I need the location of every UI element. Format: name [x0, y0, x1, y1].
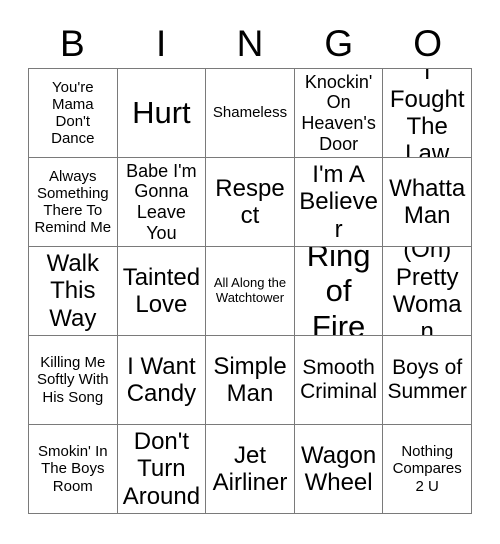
bingo-cell[interactable]: Walk This Way: [29, 247, 118, 336]
bingo-cell[interactable]: Smooth Criminal: [294, 336, 384, 425]
bingo-cell-label: Jet Airliner: [212, 441, 288, 496]
bingo-cell[interactable]: Jet Airliner: [206, 425, 295, 514]
bingo-cell-label: Simple Man: [213, 352, 287, 407]
bingo-cell[interactable]: All Along the Watchtower: [206, 247, 295, 336]
bingo-cell[interactable]: Knockin' On Heaven's Door: [294, 69, 384, 158]
bingo-cell-label: Whatta Man: [389, 174, 466, 229]
bingo-cell-label: Tainted Love: [122, 263, 201, 318]
bingo-cell-label: Shameless: [212, 104, 288, 122]
bingo-cell[interactable]: Wagon Wheel: [294, 425, 384, 514]
bingo-cell-label: Smokin' In The Boys Room: [38, 443, 108, 495]
bingo-cell[interactable]: I'm A Believer: [294, 158, 384, 247]
bingo-cell[interactable]: (Oh) Pretty Woman: [383, 247, 472, 336]
bingo-cell-label: Killing Me Softly With His Song: [36, 354, 109, 406]
bingo-cell-label: All Along the Watchtower: [213, 275, 287, 305]
bingo-cell[interactable]: Always Something There To Remind Me: [29, 158, 118, 247]
bingo-cell-label: Always Something There To Remind Me: [34, 167, 112, 237]
bingo-cell-label: Respect: [215, 174, 285, 229]
bingo-cell-label: I Want Candy: [126, 352, 197, 407]
bingo-cell[interactable]: I Want Candy: [117, 336, 207, 425]
bingo-cell-label: Nothing Compares 2 U: [392, 443, 462, 495]
bingo-cell-label: Wagon Wheel: [301, 441, 377, 496]
bingo-cell-label: Don't Turn Around: [122, 427, 201, 510]
bingo-cell[interactable]: Hurt: [117, 69, 207, 158]
bingo-cell-label: You're Mama Don't Dance: [51, 78, 95, 148]
bingo-cell-label: I'm A Believer: [299, 160, 378, 243]
bingo-cell[interactable]: I Fought The Law: [383, 69, 472, 158]
bingo-header-row: B I N G O: [28, 18, 472, 68]
bingo-cell-label: Knockin' On Heaven's Door: [301, 71, 376, 154]
bingo-cell[interactable]: Ring of Fire: [294, 247, 384, 336]
bingo-cell-label: Walk This Way: [46, 249, 100, 332]
bingo-cell-label: Smooth Criminal: [300, 356, 378, 403]
bingo-header-letter-g: G: [324, 22, 354, 64]
bingo-cell[interactable]: Respect: [206, 158, 295, 247]
bingo-cell-label: Boys of Summer: [387, 356, 467, 403]
bingo-cell[interactable]: Shameless: [206, 69, 295, 158]
bingo-cell[interactable]: Killing Me Softly With His Song: [29, 336, 118, 425]
bingo-cell[interactable]: You're Mama Don't Dance: [29, 69, 118, 158]
bingo-cell[interactable]: Simple Man: [206, 336, 295, 425]
bingo-cell[interactable]: Babe I'm Gonna Leave You: [117, 158, 207, 247]
bingo-header-letter-i: I: [156, 22, 167, 64]
bingo-cell-label: I Fought The Law: [389, 69, 465, 158]
bingo-cell-label: Babe I'm Gonna Leave You: [126, 160, 197, 243]
bingo-cell[interactable]: Boys of Summer: [383, 336, 472, 425]
bingo-header-letter-n: N: [236, 22, 264, 64]
bingo-cell-label: (Oh) Pretty Woman: [392, 247, 462, 336]
bingo-grid: You're Mama Don't Dance Hurt Shameless K…: [28, 68, 472, 514]
bingo-cell[interactable]: Whatta Man: [383, 158, 472, 247]
bingo-cell[interactable]: Tainted Love: [117, 247, 207, 336]
bingo-cell[interactable]: Don't Turn Around: [117, 425, 207, 514]
bingo-header-letter-o: O: [413, 22, 442, 64]
bingo-card: B I N G O You're Mama Don't Dance Hurt S…: [0, 0, 500, 544]
bingo-cell-label: Hurt: [132, 95, 191, 131]
bingo-cell-label: Ring of Fire: [306, 247, 371, 336]
bingo-cell[interactable]: Nothing Compares 2 U: [383, 425, 472, 514]
bingo-cell[interactable]: Smokin' In The Boys Room: [29, 425, 118, 514]
bingo-header-letter-b: B: [60, 22, 85, 64]
